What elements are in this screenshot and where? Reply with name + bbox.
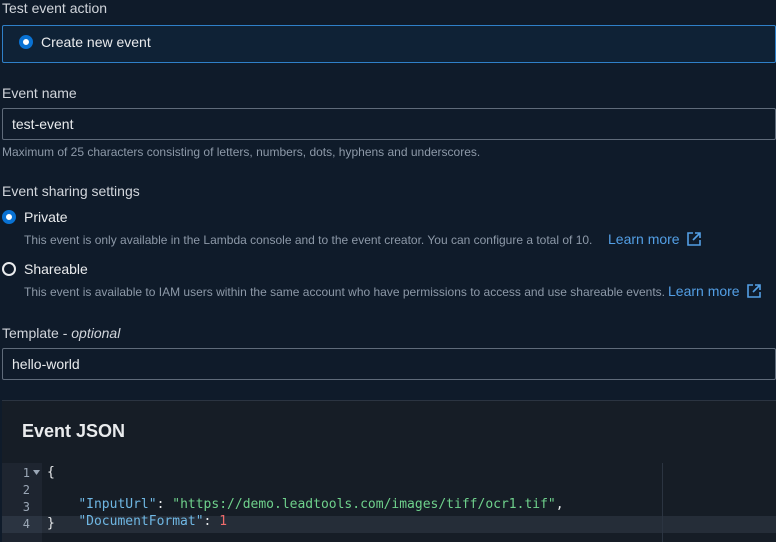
sharing-settings-label: Event sharing settings (2, 183, 140, 199)
editor-print-margin (662, 463, 663, 542)
json-colon: : (203, 514, 220, 529)
template-label-text: Template (2, 325, 59, 341)
shareable-learn-more-text: Learn more (668, 283, 740, 299)
private-learn-more-link[interactable]: Learn more (608, 231, 701, 249)
test-event-action-label: Test event action (2, 0, 108, 16)
line-number: 3 (22, 500, 30, 514)
external-link-icon (747, 284, 761, 298)
create-new-event-radio[interactable] (19, 35, 33, 49)
json-string-value: "https://demo.leadtools.com/images/tiff/… (172, 497, 556, 512)
shareable-description: This event is available to IAM users wit… (24, 285, 665, 299)
code-line-3: "DocumentFormat": 1 (47, 499, 227, 529)
event-name-help: Maximum of 25 characters consisting of l… (2, 145, 481, 159)
line-number: 4 (22, 517, 30, 531)
shareable-learn-more-link[interactable]: Learn more (668, 283, 761, 301)
fold-arrow-icon[interactable] (33, 470, 40, 475)
shareable-label: Shareable (24, 261, 88, 277)
event-name-input[interactable] (2, 108, 776, 140)
code-line-1: { (47, 465, 55, 480)
json-comma: , (555, 497, 564, 512)
code-line-4: } (47, 516, 55, 531)
template-label-dash: - (62, 325, 72, 341)
private-radio[interactable] (2, 210, 16, 224)
json-number-value: 1 (219, 514, 228, 529)
create-new-event-label: Create new event (41, 34, 151, 50)
private-learn-more-text: Learn more (608, 231, 680, 247)
private-description: This event is only available in the Lamb… (24, 233, 593, 247)
external-link-icon (687, 232, 701, 246)
line-number: 1 (22, 466, 30, 480)
line-number: 2 (22, 483, 30, 497)
template-input[interactable] (2, 348, 776, 380)
private-label: Private (24, 209, 68, 225)
event-json-title: Event JSON (22, 421, 126, 441)
json-key: "DocumentFormat" (78, 514, 204, 529)
template-label: Template - optional (2, 325, 120, 341)
event-name-label: Event name (2, 85, 77, 101)
template-optional-text: optional (71, 325, 121, 341)
shareable-radio[interactable] (2, 262, 16, 276)
